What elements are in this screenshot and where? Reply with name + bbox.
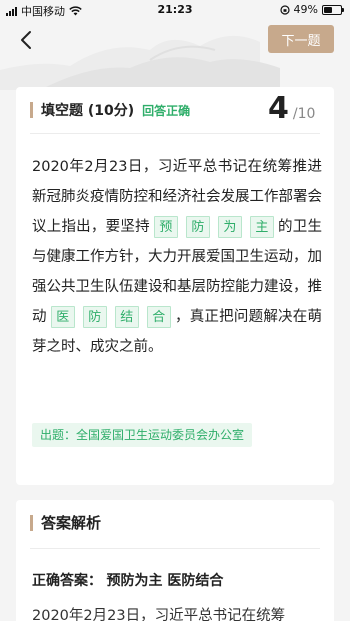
divider — [30, 133, 320, 134]
answer-char-box[interactable]: 结 — [114, 306, 139, 328]
answer-char-box[interactable]: 医 — [50, 306, 75, 328]
chevron-left-icon — [21, 31, 31, 49]
question-type: 填空题 (10分) — [41, 103, 135, 119]
status-right: 49% — [279, 3, 344, 16]
next-question-button[interactable]: 下一题 — [268, 25, 334, 53]
answer-char-box[interactable]: 防 — [82, 306, 107, 328]
answer-status: 回答正确 — [142, 103, 191, 118]
rotation-lock-icon — [279, 4, 290, 15]
correct-answer-label: 正确答案： — [32, 573, 102, 589]
accent-bar — [30, 514, 33, 531]
correct-answer-value: 预防为主 医防结合 — [106, 573, 224, 589]
answer-char-box[interactable]: 合 — [146, 306, 171, 328]
status-bar: 中国移动 21:23 49% — [0, 0, 350, 20]
question-current: 4 — [268, 91, 289, 126]
answer-char-box[interactable]: 防 — [185, 216, 210, 238]
analysis-card: 答案解析 正确答案： 预防为主 医防结合 2020年2月23日，习近平总书记在统… — [16, 500, 334, 621]
back-button[interactable] — [14, 28, 38, 52]
question-header: 填空题 (10分) 回答正确 — [30, 99, 190, 121]
analysis-text: 2020年2月23日，习近平总书记在统筹 — [32, 608, 286, 621]
answer-char-box[interactable]: 预 — [153, 216, 178, 238]
question-source: 出题：全国爱国卫生运动委员会办公室 — [32, 423, 253, 447]
question-text-segment: ，真正把问题解决在萌芽之时、成灾之前。 — [32, 309, 323, 355]
accent-bar — [30, 102, 33, 118]
question-card: 填空题 (10分) 回答正确 4 /10 2020年2月23日，习近平总书记在统… — [16, 87, 334, 485]
question-text: 2020年2月23日，习近平总书记在统筹推进新冠肺炎疫情防控和经济社会发展工作部… — [32, 152, 322, 362]
analysis-header: 答案解析 — [30, 512, 101, 533]
question-total: /10 — [292, 106, 316, 122]
analysis-title: 答案解析 — [41, 514, 102, 532]
battery-fill — [324, 6, 332, 13]
question-counter: 4 /10 — [268, 91, 315, 126]
battery-icon — [322, 4, 344, 15]
correct-answer: 正确答案： 预防为主 医防结合 — [32, 570, 223, 590]
battery-percent: 49% — [293, 3, 318, 16]
answer-char-box[interactable]: 主 — [249, 216, 274, 238]
answer-char-box[interactable]: 为 — [217, 216, 242, 238]
divider — [30, 548, 320, 549]
